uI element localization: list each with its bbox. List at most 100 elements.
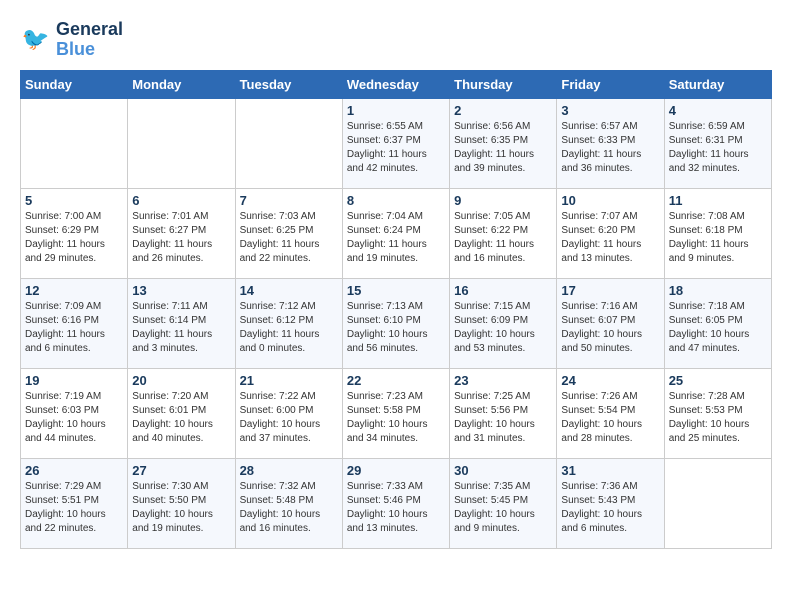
calendar-cell: 25 Sunrise: 7:28 AM Sunset: 5:53 PM Dayli… [664, 368, 771, 458]
day-number: 25 [669, 373, 767, 388]
day-info: Sunrise: 7:25 AM Sunset: 5:56 PM Dayligh… [454, 390, 552, 446]
day-info: Sunrise: 7:26 AM Sunset: 5:54 PM Dayligh… [561, 390, 659, 446]
day-info: Sunrise: 7:01 AM Sunset: 6:27 PM Dayligh… [132, 210, 230, 266]
calendar-cell: 22 Sunrise: 7:23 AM Sunset: 5:58 PM Dayli… [342, 368, 449, 458]
day-info: Sunrise: 7:04 AM Sunset: 6:24 PM Dayligh… [347, 210, 445, 266]
day-number: 12 [25, 283, 123, 298]
calendar-cell: 8 Sunrise: 7:04 AM Sunset: 6:24 PM Daylig… [342, 188, 449, 278]
calendar-week-5: 26 Sunrise: 7:29 AM Sunset: 5:51 PM Dayli… [21, 458, 772, 548]
day-number: 21 [240, 373, 338, 388]
calendar-cell: 28 Sunrise: 7:32 AM Sunset: 5:48 PM Dayli… [235, 458, 342, 548]
day-number: 31 [561, 463, 659, 478]
day-number: 13 [132, 283, 230, 298]
day-info: Sunrise: 7:11 AM Sunset: 6:14 PM Dayligh… [132, 300, 230, 356]
logo-text: General Blue [56, 20, 123, 60]
day-number: 24 [561, 373, 659, 388]
day-number: 10 [561, 193, 659, 208]
weekday-header-saturday: Saturday [664, 70, 771, 98]
calendar-cell: 6 Sunrise: 7:01 AM Sunset: 6:27 PM Daylig… [128, 188, 235, 278]
day-info: Sunrise: 7:18 AM Sunset: 6:05 PM Dayligh… [669, 300, 767, 356]
calendar-cell: 14 Sunrise: 7:12 AM Sunset: 6:12 PM Dayli… [235, 278, 342, 368]
day-info: Sunrise: 6:55 AM Sunset: 6:37 PM Dayligh… [347, 120, 445, 176]
day-info: Sunrise: 7:09 AM Sunset: 6:16 PM Dayligh… [25, 300, 123, 356]
day-info: Sunrise: 7:33 AM Sunset: 5:46 PM Dayligh… [347, 480, 445, 536]
calendar-table: SundayMondayTuesdayWednesdayThursdayFrid… [20, 70, 772, 549]
day-info: Sunrise: 7:36 AM Sunset: 5:43 PM Dayligh… [561, 480, 659, 536]
calendar-cell: 21 Sunrise: 7:22 AM Sunset: 6:00 PM Dayli… [235, 368, 342, 458]
day-number: 16 [454, 283, 552, 298]
calendar-cell: 13 Sunrise: 7:11 AM Sunset: 6:14 PM Dayli… [128, 278, 235, 368]
calendar-week-4: 19Sunrise: 7:19 AM Sunset: 6:03 PM Dayli… [21, 368, 772, 458]
weekday-header-tuesday: Tuesday [235, 70, 342, 98]
day-number: 22 [347, 373, 445, 388]
day-number: 6 [132, 193, 230, 208]
calendar-cell: 7 Sunrise: 7:03 AM Sunset: 6:25 PM Daylig… [235, 188, 342, 278]
day-number: 8 [347, 193, 445, 208]
day-info: Sunrise: 7:23 AM Sunset: 5:58 PM Dayligh… [347, 390, 445, 446]
day-number: 15 [347, 283, 445, 298]
day-info: Sunrise: 7:00 AM Sunset: 6:29 PM Dayligh… [25, 210, 123, 266]
day-info: Sunrise: 7:29 AM Sunset: 5:51 PM Dayligh… [25, 480, 123, 536]
day-info: Sunrise: 7:20 AM Sunset: 6:01 PM Dayligh… [132, 390, 230, 446]
day-info: Sunrise: 7:15 AM Sunset: 6:09 PM Dayligh… [454, 300, 552, 356]
day-info: Sunrise: 6:59 AM Sunset: 6:31 PM Dayligh… [669, 120, 767, 176]
calendar-cell: 27 Sunrise: 7:30 AM Sunset: 5:50 PM Dayli… [128, 458, 235, 548]
day-info: Sunrise: 7:07 AM Sunset: 6:20 PM Dayligh… [561, 210, 659, 266]
calendar-cell: 5Sunrise: 7:00 AM Sunset: 6:29 PM Daylig… [21, 188, 128, 278]
calendar-week-2: 5Sunrise: 7:00 AM Sunset: 6:29 PM Daylig… [21, 188, 772, 278]
calendar-week-3: 12 Sunrise: 7:09 AM Sunset: 6:16 PM Dayli… [21, 278, 772, 368]
logo: 🐦 General Blue [20, 20, 123, 60]
page-header: 🐦 General Blue [20, 20, 772, 60]
calendar-week-1: 1Sunrise: 6:55 AM Sunset: 6:37 PM Daylig… [21, 98, 772, 188]
calendar-cell [235, 98, 342, 188]
calendar-cell [21, 98, 128, 188]
calendar-cell: 20Sunrise: 7:20 AM Sunset: 6:01 PM Dayli… [128, 368, 235, 458]
weekday-header-wednesday: Wednesday [342, 70, 449, 98]
day-number: 30 [454, 463, 552, 478]
day-info: Sunrise: 7:30 AM Sunset: 5:50 PM Dayligh… [132, 480, 230, 536]
day-info: Sunrise: 7:32 AM Sunset: 5:48 PM Dayligh… [240, 480, 338, 536]
calendar-cell: 9 Sunrise: 7:05 AM Sunset: 6:22 PM Daylig… [450, 188, 557, 278]
calendar-cell: 24 Sunrise: 7:26 AM Sunset: 5:54 PM Dayli… [557, 368, 664, 458]
calendar-cell: 1Sunrise: 6:55 AM Sunset: 6:37 PM Daylig… [342, 98, 449, 188]
day-number: 27 [132, 463, 230, 478]
calendar-cell: 11 Sunrise: 7:08 AM Sunset: 6:18 PM Dayli… [664, 188, 771, 278]
day-number: 14 [240, 283, 338, 298]
day-info: Sunrise: 7:12 AM Sunset: 6:12 PM Dayligh… [240, 300, 338, 356]
day-info: Sunrise: 7:05 AM Sunset: 6:22 PM Dayligh… [454, 210, 552, 266]
day-info: Sunrise: 7:08 AM Sunset: 6:18 PM Dayligh… [669, 210, 767, 266]
logo-icon: 🐦 [20, 24, 52, 56]
calendar-cell: 4 Sunrise: 6:59 AM Sunset: 6:31 PM Daylig… [664, 98, 771, 188]
day-number: 18 [669, 283, 767, 298]
calendar-cell: 30Sunrise: 7:35 AM Sunset: 5:45 PM Dayli… [450, 458, 557, 548]
calendar-cell: 26 Sunrise: 7:29 AM Sunset: 5:51 PM Dayli… [21, 458, 128, 548]
day-number: 29 [347, 463, 445, 478]
day-number: 26 [25, 463, 123, 478]
day-number: 7 [240, 193, 338, 208]
calendar-header-row: SundayMondayTuesdayWednesdayThursdayFrid… [21, 70, 772, 98]
day-number: 9 [454, 193, 552, 208]
day-number: 4 [669, 103, 767, 118]
weekday-header-sunday: Sunday [21, 70, 128, 98]
calendar-cell: 31 Sunrise: 7:36 AM Sunset: 5:43 PM Dayli… [557, 458, 664, 548]
day-info: Sunrise: 7:28 AM Sunset: 5:53 PM Dayligh… [669, 390, 767, 446]
day-info: Sunrise: 6:57 AM Sunset: 6:33 PM Dayligh… [561, 120, 659, 176]
calendar-cell: 2Sunrise: 6:56 AM Sunset: 6:35 PM Daylig… [450, 98, 557, 188]
calendar-cell [128, 98, 235, 188]
calendar-cell: 12 Sunrise: 7:09 AM Sunset: 6:16 PM Dayli… [21, 278, 128, 368]
weekday-header-monday: Monday [128, 70, 235, 98]
day-info: Sunrise: 6:56 AM Sunset: 6:35 PM Dayligh… [454, 120, 552, 176]
day-info: Sunrise: 7:13 AM Sunset: 6:10 PM Dayligh… [347, 300, 445, 356]
calendar-cell: 29 Sunrise: 7:33 AM Sunset: 5:46 PM Dayli… [342, 458, 449, 548]
calendar-cell: 10 Sunrise: 7:07 AM Sunset: 6:20 PM Dayli… [557, 188, 664, 278]
calendar-cell: 15 Sunrise: 7:13 AM Sunset: 6:10 PM Dayli… [342, 278, 449, 368]
day-number: 28 [240, 463, 338, 478]
calendar-cell: 19Sunrise: 7:19 AM Sunset: 6:03 PM Dayli… [21, 368, 128, 458]
calendar-cell [664, 458, 771, 548]
day-number: 3 [561, 103, 659, 118]
day-info: Sunrise: 7:03 AM Sunset: 6:25 PM Dayligh… [240, 210, 338, 266]
day-number: 11 [669, 193, 767, 208]
calendar-cell: 17Sunrise: 7:16 AM Sunset: 6:07 PM Dayli… [557, 278, 664, 368]
day-number: 19 [25, 373, 123, 388]
day-info: Sunrise: 7:22 AM Sunset: 6:00 PM Dayligh… [240, 390, 338, 446]
